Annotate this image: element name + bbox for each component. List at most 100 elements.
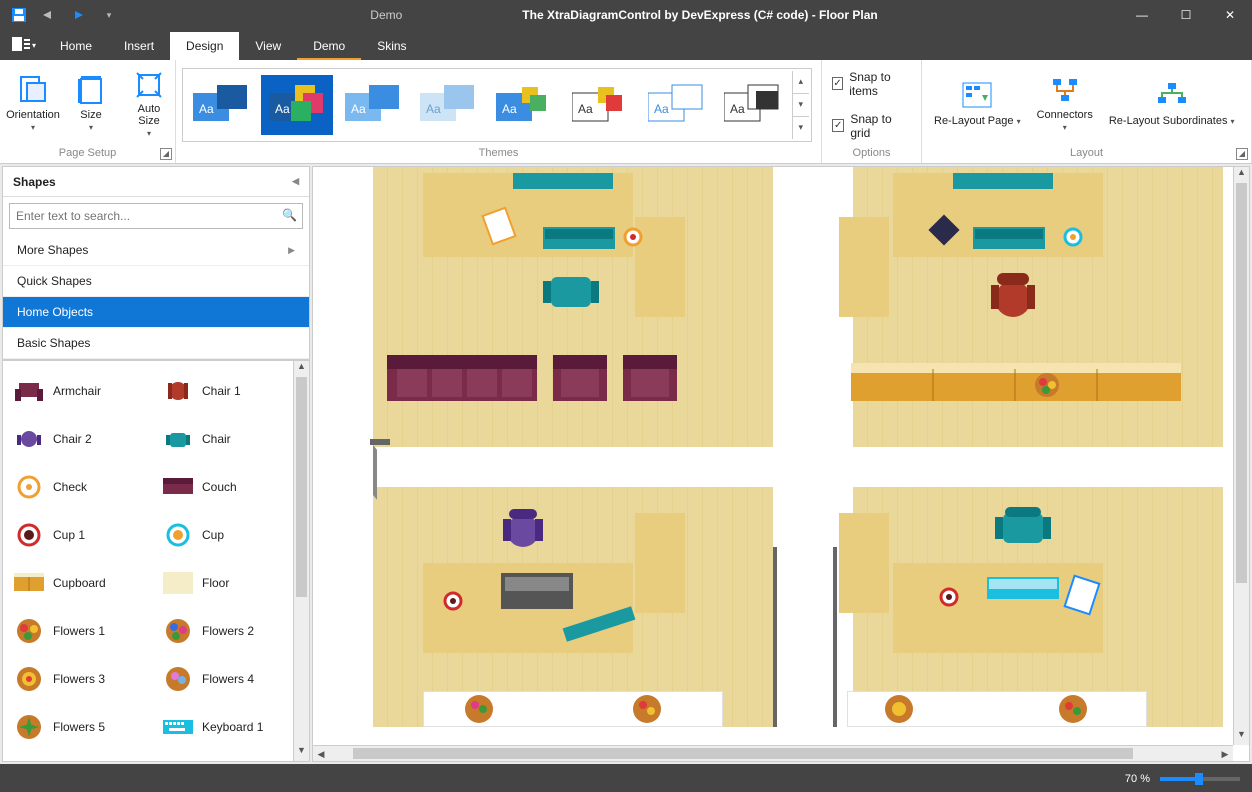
autosize-icon (133, 69, 165, 101)
diagram-canvas[interactable]: ▲ ▼ ◀ ▶ (312, 166, 1250, 762)
category-basic-shapes[interactable]: Basic Shapes (3, 328, 309, 359)
size-button[interactable]: Size▾ (64, 73, 118, 136)
autosize-button[interactable]: Auto Size▾ (122, 67, 176, 142)
connectors-button[interactable]: Connectors▾ (1031, 73, 1099, 136)
svg-text:Aa: Aa (275, 102, 290, 116)
relayout-sub-icon (1156, 81, 1188, 113)
theme-8[interactable]: Aa (716, 75, 788, 135)
search-icon[interactable]: 🔍 (282, 208, 297, 222)
shape-chair[interactable]: Chair (156, 415, 305, 463)
tab-design[interactable]: Design (170, 32, 239, 60)
relayout-page-button[interactable]: Re-Layout Page ▾ (928, 79, 1027, 130)
relayout-subordinates-button[interactable]: Re-Layout Subordinates ▾ (1103, 79, 1241, 130)
gallery-up[interactable]: ▴ (793, 71, 810, 94)
tab-demo[interactable]: Demo (297, 32, 361, 60)
page-setup-launcher[interactable]: ◢ (160, 148, 172, 160)
theme-5[interactable]: Aa (488, 75, 560, 135)
themes-gallery[interactable]: Aa Aa Aa Aa Aa Aa Aa Aa ▴▾▾ (182, 68, 812, 142)
maximize-button[interactable]: ☐ (1164, 0, 1208, 30)
svg-text:Aa: Aa (654, 102, 669, 116)
tab-home[interactable]: Home (44, 32, 108, 60)
gallery-scroll[interactable]: ▴▾▾ (792, 71, 810, 139)
canvas-scroll-up[interactable]: ▲ (1234, 167, 1249, 183)
theme-4[interactable]: Aa (412, 75, 484, 135)
file-menu-button[interactable]: ▾ (4, 30, 44, 60)
zoom-label: 70 % (1125, 773, 1150, 785)
qat-dropdown[interactable]: ▾ (96, 4, 122, 26)
scroll-down-icon[interactable]: ▼ (294, 745, 309, 761)
scroll-thumb[interactable] (296, 377, 307, 597)
shape-keyboard-1[interactable]: Keyboard 1 (156, 703, 305, 751)
category-quick-shapes[interactable]: Quick Shapes (3, 266, 309, 297)
tab-skins[interactable]: Skins (361, 32, 422, 60)
canvas-scroll-down[interactable]: ▼ (1234, 729, 1249, 745)
ribbon-tabs: ▾ Home Insert Design View Demo Skins (0, 30, 1252, 60)
shape-check[interactable]: Check (7, 463, 156, 511)
ribbon: Orientation▾ Size▾ Auto Size▾ Page Setup… (0, 60, 1252, 164)
canvas-hscrollbar[interactable]: ◀ ▶ (313, 745, 1233, 761)
shape-armchair[interactable]: Armchair (7, 367, 156, 415)
tab-view[interactable]: View (239, 32, 297, 60)
group-label-layout: Layout (928, 145, 1245, 161)
layout-launcher[interactable]: ◢ (1236, 148, 1248, 160)
gallery-down[interactable]: ▾ (793, 94, 810, 117)
snap-grid-checkbox[interactable]: ✓Snap to grid (828, 110, 915, 142)
shape-cup[interactable]: Cup (156, 511, 305, 559)
shape-flowers-5[interactable]: Flowers 5 (7, 703, 156, 751)
zoom-slider[interactable] (1160, 777, 1240, 781)
svg-text:Aa: Aa (730, 102, 745, 116)
group-label-themes: Themes (182, 145, 815, 161)
orientation-icon (17, 75, 49, 107)
size-icon (75, 75, 107, 107)
shape-chair-1[interactable]: Chair 1 (156, 367, 305, 415)
canvas-hthumb[interactable] (353, 748, 1133, 759)
theme-6[interactable]: Aa (564, 75, 636, 135)
category-more-shapes[interactable]: More Shapes▶ (3, 235, 309, 266)
canvas-vscrollbar[interactable]: ▲ ▼ (1233, 167, 1249, 745)
svg-text:Aa: Aa (502, 102, 517, 116)
window-title: Demo The XtraDiagramControl by DevExpres… (128, 8, 1120, 22)
relayout-page-icon (961, 81, 993, 113)
group-label-page-setup: Page Setup (6, 145, 169, 161)
svg-text:Aa: Aa (578, 102, 593, 116)
group-themes: Aa Aa Aa Aa Aa Aa Aa Aa ▴▾▾ Themes (176, 60, 822, 163)
redo-button[interactable] (66, 4, 92, 26)
theme-3[interactable]: Aa (337, 75, 409, 135)
shape-cup-1[interactable]: Cup 1 (7, 511, 156, 559)
canvas-scroll-right[interactable]: ▶ (1217, 746, 1233, 761)
shape-cupboard[interactable]: Cupboard (7, 559, 156, 607)
statusbar: 70 % (0, 766, 1252, 792)
collapse-shapes-icon[interactable]: ◀ (292, 176, 299, 187)
shape-flowers-1[interactable]: Flowers 1 (7, 607, 156, 655)
svg-text:Aa: Aa (426, 102, 441, 116)
group-options: ✓Snap to items ✓Snap to grid Options (822, 60, 922, 163)
canvas-scroll-left[interactable]: ◀ (313, 746, 329, 761)
shapes-header: Shapes ◀ (3, 167, 309, 197)
minimize-button[interactable]: — (1120, 0, 1164, 30)
shapes-panel: Shapes ◀ 🔍 More Shapes▶ Quick Shapes Hom… (2, 166, 310, 762)
snap-items-checkbox[interactable]: ✓Snap to items (828, 68, 915, 100)
shape-flowers-3[interactable]: Flowers 3 (7, 655, 156, 703)
category-home-objects[interactable]: Home Objects (3, 297, 309, 328)
titlebar: ▾ Demo The XtraDiagramControl by DevExpr… (0, 0, 1252, 30)
shape-couch[interactable]: Couch (156, 463, 305, 511)
shape-floor[interactable]: Floor (156, 559, 305, 607)
orientation-button[interactable]: Orientation▾ (6, 73, 60, 136)
group-page-setup: Orientation▾ Size▾ Auto Size▾ Page Setup… (0, 60, 176, 163)
shapes-scrollbar[interactable]: ▲ ▼ (293, 361, 309, 761)
scroll-up-icon[interactable]: ▲ (294, 361, 309, 377)
close-button[interactable]: ✕ (1208, 0, 1252, 30)
save-button[interactable] (6, 4, 32, 26)
gallery-more[interactable]: ▾ (793, 117, 810, 139)
undo-button[interactable] (36, 4, 62, 26)
svg-text:Aa: Aa (199, 102, 214, 116)
shape-flowers-4[interactable]: Flowers 4 (156, 655, 305, 703)
theme-7[interactable]: Aa (640, 75, 712, 135)
shapes-search-input[interactable] (9, 203, 303, 229)
shape-chair-2[interactable]: Chair 2 (7, 415, 156, 463)
tab-insert[interactable]: Insert (108, 32, 170, 60)
shape-flowers-2[interactable]: Flowers 2 (156, 607, 305, 655)
theme-1[interactable]: Aa (185, 75, 257, 135)
canvas-vthumb[interactable] (1236, 183, 1247, 583)
theme-2[interactable]: Aa (261, 75, 333, 135)
